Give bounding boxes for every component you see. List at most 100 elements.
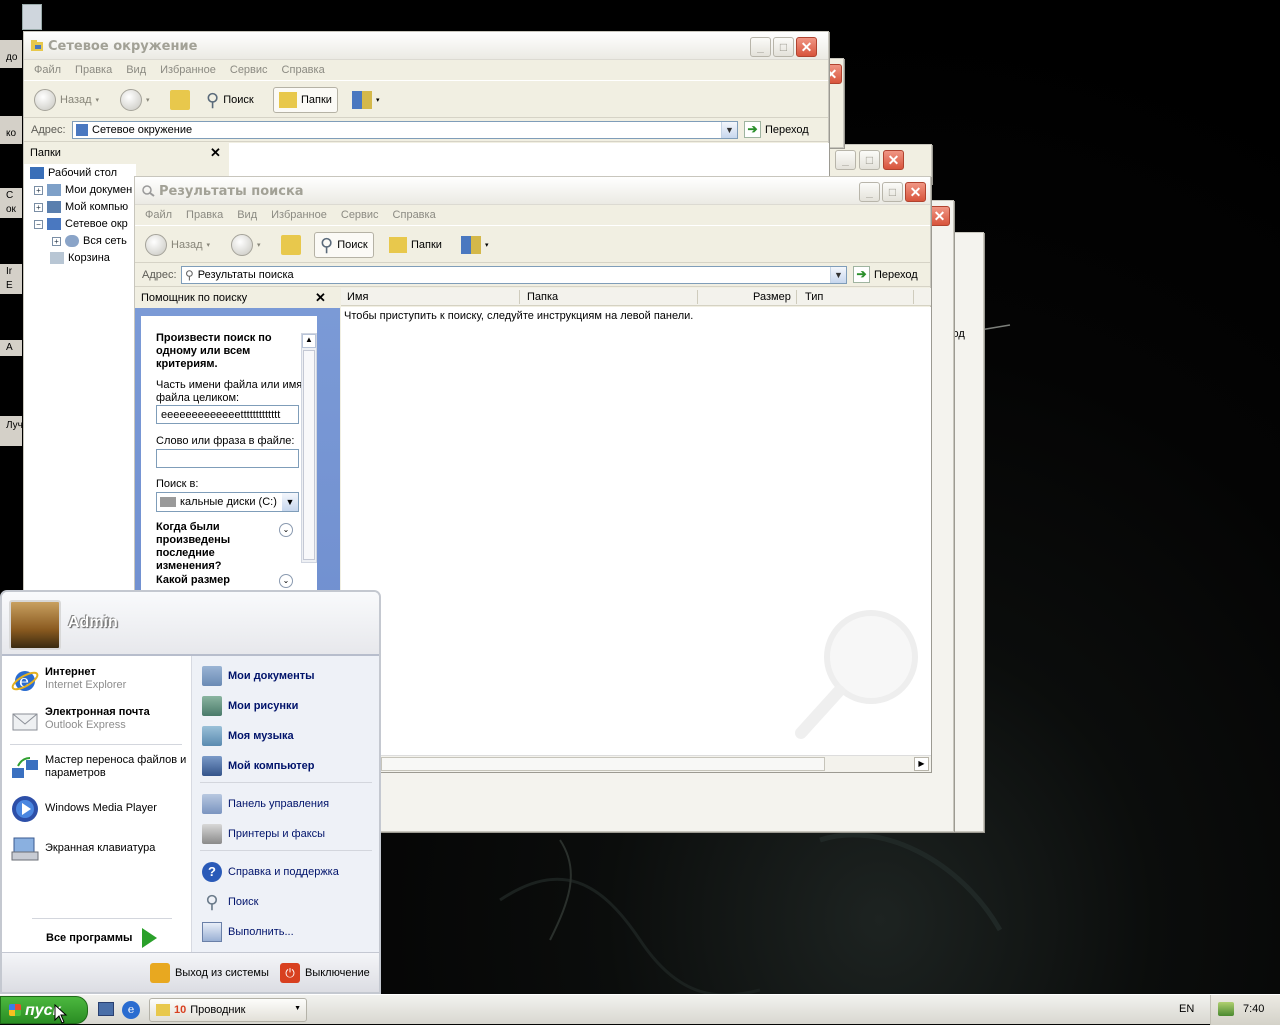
lookin-select[interactable]: кальные диски (C:) ▼ bbox=[156, 492, 299, 512]
search-maximize-button[interactable]: □ bbox=[882, 182, 903, 202]
start-right-my-documents[interactable]: Мои документы bbox=[202, 666, 315, 686]
close-button-3[interactable]: ✕ bbox=[929, 206, 950, 226]
menu-tools[interactable]: Сервис bbox=[230, 64, 268, 76]
expand-icon[interactable]: + bbox=[52, 236, 61, 246]
column-name[interactable]: Имя bbox=[347, 291, 368, 303]
network-tray-icon[interactable] bbox=[1218, 1002, 1234, 1016]
start-right-search[interactable]: ⚲ Поиск bbox=[202, 892, 258, 912]
size-label[interactable]: Какой размер bbox=[156, 574, 230, 586]
views-button[interactable]: ▾ bbox=[461, 232, 489, 258]
shutdown-button[interactable]: ⏻ Выключение bbox=[280, 963, 370, 983]
search-button[interactable]: ⚲ Поиск bbox=[206, 87, 254, 113]
tree-item-network[interactable]: − Сетевое окр bbox=[34, 218, 128, 230]
menu-file[interactable]: Файл bbox=[34, 64, 61, 76]
views-button[interactable]: ▾ bbox=[352, 87, 380, 113]
taskbar-explorer-group[interactable]: 10 Проводник ▼ bbox=[149, 998, 307, 1022]
back-button[interactable]: Назад ▾ bbox=[145, 232, 210, 258]
folders-pane-close-icon[interactable]: ✕ bbox=[210, 145, 221, 161]
desktop-icon-5[interactable]: А bbox=[0, 340, 22, 356]
start-item-onscreen-keyboard[interactable]: Экранная клавиатура bbox=[10, 834, 155, 864]
desktop-icon-2[interactable]: ко bbox=[0, 116, 22, 144]
menu-favorites[interactable]: Избранное bbox=[160, 64, 216, 76]
expand-chevron-icon-2[interactable]: ⌄ bbox=[279, 574, 293, 588]
language-indicator[interactable]: EN bbox=[1179, 1003, 1194, 1015]
scroll-right-icon[interactable]: ▶ bbox=[914, 757, 929, 771]
menu-file[interactable]: Файл bbox=[145, 209, 172, 221]
tree-item-desktop[interactable]: Рабочий стол bbox=[30, 167, 117, 179]
minimize-button[interactable]: _ bbox=[750, 37, 771, 57]
forward-button[interactable]: ▾ bbox=[120, 87, 150, 113]
go-button[interactable]: ➔ Переход bbox=[853, 266, 918, 283]
search-minimize-button[interactable]: _ bbox=[859, 182, 880, 202]
when-modified-label[interactable]: Когда были произведены последние изменен… bbox=[156, 521, 266, 573]
start-right-run[interactable]: Выполнить... bbox=[202, 922, 294, 942]
lookin-dropdown-icon[interactable]: ▼ bbox=[282, 493, 298, 511]
start-item-media-player[interactable]: Windows Media Player bbox=[10, 794, 157, 824]
back-button[interactable]: Назад ▾ bbox=[34, 87, 99, 113]
desktop-icon-1[interactable]: до bbox=[0, 40, 22, 68]
menu-help[interactable]: Справка bbox=[282, 64, 325, 76]
maximize-button[interactable]: □ bbox=[773, 37, 794, 57]
expand-icon[interactable]: + bbox=[34, 185, 43, 195]
start-item-transfer-wizard[interactable]: Мастер переноса файлов и параметров bbox=[10, 754, 187, 784]
network-address-input[interactable]: Сетевое окружение ▼ bbox=[72, 121, 738, 139]
menu-help[interactable]: Справка bbox=[393, 209, 436, 221]
menu-edit[interactable]: Правка bbox=[186, 209, 223, 221]
close-button[interactable]: ✕ bbox=[796, 37, 817, 57]
clock[interactable]: 7:40 bbox=[1243, 1003, 1264, 1015]
h-scroll-thumb[interactable] bbox=[381, 757, 825, 771]
column-type[interactable]: Тип bbox=[805, 291, 823, 303]
menu-view[interactable]: Вид bbox=[237, 209, 257, 221]
start-right-my-pictures[interactable]: Мои рисунки bbox=[202, 696, 298, 716]
filename-input[interactable] bbox=[156, 405, 299, 424]
address-dropdown-button[interactable]: ▼ bbox=[830, 267, 846, 283]
column-folder[interactable]: Папка bbox=[527, 291, 558, 303]
menu-favorites[interactable]: Избранное bbox=[271, 209, 327, 221]
search-address-input[interactable]: ⚲ Результаты поиска ▼ bbox=[181, 266, 847, 284]
all-programs-button[interactable]: Все программы bbox=[46, 928, 158, 948]
search-close-button[interactable]: ✕ bbox=[905, 182, 926, 202]
start-right-my-computer[interactable]: Мой компьютер bbox=[202, 756, 315, 776]
start-item-email[interactable]: Электронная почта Outlook Express bbox=[10, 706, 150, 736]
show-desktop-icon[interactable] bbox=[98, 1002, 114, 1016]
desktop-icon-6[interactable]: Луч bbox=[0, 416, 22, 446]
search-titlebar[interactable]: Результаты поиска _ □ ✕ bbox=[135, 177, 930, 205]
quicklaunch-ie-icon[interactable]: e bbox=[122, 1001, 140, 1019]
up-button[interactable] bbox=[281, 232, 301, 258]
tree-item-recycle-bin[interactable]: Корзина bbox=[50, 252, 110, 264]
tree-item-computer[interactable]: + Мой компью bbox=[34, 201, 128, 213]
menu-tools[interactable]: Сервис bbox=[341, 209, 379, 221]
start-right-printers[interactable]: Принтеры и факсы bbox=[202, 824, 325, 844]
phrase-input[interactable] bbox=[156, 449, 299, 468]
scroll-up-icon[interactable]: ▲ bbox=[302, 334, 316, 348]
start-right-my-music[interactable]: Моя музыка bbox=[202, 726, 294, 746]
forward-button[interactable]: ▾ bbox=[231, 232, 261, 258]
up-button[interactable] bbox=[170, 87, 190, 113]
tree-item-entire-network[interactable]: + Вся сеть bbox=[52, 235, 127, 247]
start-item-internet[interactable]: e Интернет Internet Explorer bbox=[10, 666, 126, 696]
folders-button[interactable]: Папки bbox=[273, 87, 338, 113]
logoff-button[interactable]: Выход из системы bbox=[150, 963, 269, 983]
minimize-button-2[interactable]: _ bbox=[835, 150, 856, 170]
search-button[interactable]: ⚲ Поиск bbox=[314, 232, 374, 258]
start-right-help[interactable]: ? Справка и поддержка bbox=[202, 862, 339, 882]
start-right-control-panel[interactable]: Панель управления bbox=[202, 794, 329, 814]
go-button[interactable]: ➔ Переход bbox=[744, 121, 809, 138]
folders-button[interactable]: Папки bbox=[389, 232, 442, 258]
desktop-icon-top[interactable] bbox=[22, 4, 42, 30]
desktop-icon-3[interactable]: Сок bbox=[0, 188, 22, 218]
assistant-scrollbar[interactable]: ▲ bbox=[301, 333, 317, 563]
start-button[interactable]: пуск bbox=[0, 996, 88, 1024]
network-titlebar[interactable]: Сетевое окружение _ □ ✕ bbox=[24, 32, 828, 60]
menu-view[interactable]: Вид bbox=[126, 64, 146, 76]
expand-icon[interactable]: + bbox=[34, 202, 43, 212]
column-size[interactable]: Размер bbox=[753, 291, 791, 303]
tree-item-documents[interactable]: + Мои докумен bbox=[34, 184, 132, 196]
avatar[interactable] bbox=[9, 600, 61, 650]
assistant-close-icon[interactable]: ✕ bbox=[315, 290, 326, 306]
address-dropdown-button[interactable]: ▼ bbox=[721, 122, 737, 138]
desktop-icon-4[interactable]: Ir E bbox=[0, 264, 22, 294]
scroll-thumb[interactable] bbox=[303, 350, 315, 560]
collapse-icon[interactable]: − bbox=[34, 219, 43, 229]
expand-chevron-icon[interactable]: ⌄ bbox=[279, 523, 293, 537]
